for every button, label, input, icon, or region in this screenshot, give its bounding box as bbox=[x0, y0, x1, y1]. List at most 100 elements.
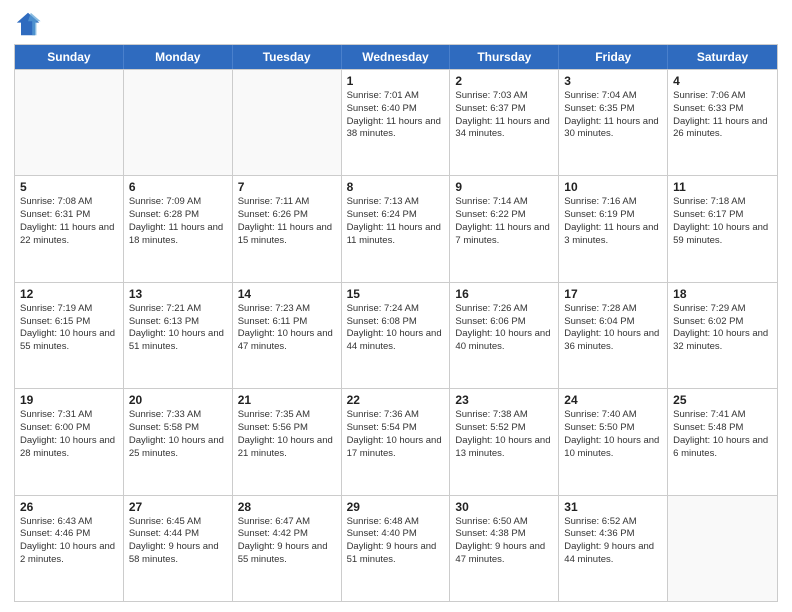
day-number: 30 bbox=[455, 500, 553, 514]
cell-daylight-info: Sunrise: 7:21 AM Sunset: 6:13 PM Dayligh… bbox=[129, 303, 227, 354]
day-cell-27: 27 Sunrise: 6:45 AM Sunset: 4:44 PM Dayli… bbox=[124, 496, 233, 601]
cell-daylight-info: Sunrise: 7:38 AM Sunset: 5:52 PM Dayligh… bbox=[455, 409, 553, 460]
day-number: 17 bbox=[564, 287, 662, 301]
col-header-wednesday: Wednesday bbox=[342, 45, 451, 69]
cell-daylight-info: Sunrise: 6:50 AM Sunset: 4:38 PM Dayligh… bbox=[455, 516, 553, 567]
day-number: 14 bbox=[238, 287, 336, 301]
day-number: 26 bbox=[20, 500, 118, 514]
cell-daylight-info: Sunrise: 7:26 AM Sunset: 6:06 PM Dayligh… bbox=[455, 303, 553, 354]
cell-daylight-info: Sunrise: 7:18 AM Sunset: 6:17 PM Dayligh… bbox=[673, 196, 772, 247]
day-number: 12 bbox=[20, 287, 118, 301]
empty-cell bbox=[668, 496, 777, 601]
cell-daylight-info: Sunrise: 7:06 AM Sunset: 6:33 PM Dayligh… bbox=[673, 90, 772, 141]
day-cell-18: 18Sunrise: 7:29 AM Sunset: 6:02 PM Dayli… bbox=[668, 283, 777, 388]
day-cell-3: 3Sunrise: 7:04 AM Sunset: 6:35 PM Daylig… bbox=[559, 70, 668, 175]
week-row-3: 12 Sunrise: 7:19 AM Sunset: 6:15 PM Dayli… bbox=[15, 282, 777, 388]
week-row-5: 26 Sunrise: 6:43 AM Sunset: 4:46 PM Dayli… bbox=[15, 495, 777, 601]
cell-daylight-info: Sunrise: 7:04 AM Sunset: 6:35 PM Dayligh… bbox=[564, 90, 662, 141]
week-row-2: 5 Sunrise: 7:08 AM Sunset: 6:31 PM Daylig… bbox=[15, 175, 777, 281]
header bbox=[14, 10, 778, 38]
cell-daylight-info: Sunrise: 7:11 AM Sunset: 6:26 PM Dayligh… bbox=[238, 196, 336, 247]
day-cell-13: 13 Sunrise: 7:21 AM Sunset: 6:13 PM Dayli… bbox=[124, 283, 233, 388]
col-header-monday: Monday bbox=[124, 45, 233, 69]
day-number: 27 bbox=[129, 500, 227, 514]
logo bbox=[14, 10, 46, 38]
day-number: 9 bbox=[455, 180, 553, 194]
day-cell-9: 9 Sunrise: 7:14 AM Sunset: 6:22 PM Daylig… bbox=[450, 176, 559, 281]
calendar: SundayMondayTuesdayWednesdayThursdayFrid… bbox=[14, 44, 778, 602]
day-cell-26: 26 Sunrise: 6:43 AM Sunset: 4:46 PM Dayli… bbox=[15, 496, 124, 601]
cell-daylight-info: Sunrise: 7:14 AM Sunset: 6:22 PM Dayligh… bbox=[455, 196, 553, 247]
cell-daylight-info: Sunrise: 7:31 AM Sunset: 6:00 PM Dayligh… bbox=[20, 409, 118, 460]
empty-cell bbox=[233, 70, 342, 175]
day-number: 13 bbox=[129, 287, 227, 301]
col-header-friday: Friday bbox=[559, 45, 668, 69]
day-cell-23: 23 Sunrise: 7:38 AM Sunset: 5:52 PM Dayli… bbox=[450, 389, 559, 494]
week-row-1: 1 Sunrise: 7:01 AM Sunset: 6:40 PM Daylig… bbox=[15, 69, 777, 175]
cell-daylight-info: Sunrise: 7:13 AM Sunset: 6:24 PM Dayligh… bbox=[347, 196, 445, 247]
col-header-sunday: Sunday bbox=[15, 45, 124, 69]
day-number: 29 bbox=[347, 500, 445, 514]
day-cell-16: 16 Sunrise: 7:26 AM Sunset: 6:06 PM Dayli… bbox=[450, 283, 559, 388]
day-cell-5: 5 Sunrise: 7:08 AM Sunset: 6:31 PM Daylig… bbox=[15, 176, 124, 281]
col-header-thursday: Thursday bbox=[450, 45, 559, 69]
day-cell-31: 31 Sunrise: 6:52 AM Sunset: 4:36 PM Dayli… bbox=[559, 496, 668, 601]
day-number: 28 bbox=[238, 500, 336, 514]
cell-daylight-info: Sunrise: 7:01 AM Sunset: 6:40 PM Dayligh… bbox=[347, 90, 445, 141]
col-header-tuesday: Tuesday bbox=[233, 45, 342, 69]
cell-daylight-info: Sunrise: 7:23 AM Sunset: 6:11 PM Dayligh… bbox=[238, 303, 336, 354]
day-number: 18 bbox=[673, 287, 772, 301]
cell-daylight-info: Sunrise: 6:45 AM Sunset: 4:44 PM Dayligh… bbox=[129, 516, 227, 567]
day-number: 24 bbox=[564, 393, 662, 407]
day-cell-29: 29 Sunrise: 6:48 AM Sunset: 4:40 PM Dayli… bbox=[342, 496, 451, 601]
day-cell-1: 1 Sunrise: 7:01 AM Sunset: 6:40 PM Daylig… bbox=[342, 70, 451, 175]
day-number: 4 bbox=[673, 74, 772, 88]
day-number: 16 bbox=[455, 287, 553, 301]
cell-daylight-info: Sunrise: 7:03 AM Sunset: 6:37 PM Dayligh… bbox=[455, 90, 553, 141]
page: SundayMondayTuesdayWednesdayThursdayFrid… bbox=[0, 0, 792, 612]
day-number: 5 bbox=[20, 180, 118, 194]
cell-daylight-info: Sunrise: 6:47 AM Sunset: 4:42 PM Dayligh… bbox=[238, 516, 336, 567]
cell-daylight-info: Sunrise: 7:24 AM Sunset: 6:08 PM Dayligh… bbox=[347, 303, 445, 354]
week-row-4: 19Sunrise: 7:31 AM Sunset: 6:00 PM Dayli… bbox=[15, 388, 777, 494]
cell-daylight-info: Sunrise: 6:52 AM Sunset: 4:36 PM Dayligh… bbox=[564, 516, 662, 567]
day-number: 23 bbox=[455, 393, 553, 407]
cell-daylight-info: Sunrise: 7:09 AM Sunset: 6:28 PM Dayligh… bbox=[129, 196, 227, 247]
day-cell-6: 6 Sunrise: 7:09 AM Sunset: 6:28 PM Daylig… bbox=[124, 176, 233, 281]
day-number: 25 bbox=[673, 393, 772, 407]
cell-daylight-info: Sunrise: 7:35 AM Sunset: 5:56 PM Dayligh… bbox=[238, 409, 336, 460]
day-cell-15: 15 Sunrise: 7:24 AM Sunset: 6:08 PM Dayli… bbox=[342, 283, 451, 388]
cell-daylight-info: Sunrise: 7:19 AM Sunset: 6:15 PM Dayligh… bbox=[20, 303, 118, 354]
day-cell-20: 20Sunrise: 7:33 AM Sunset: 5:58 PM Dayli… bbox=[124, 389, 233, 494]
day-cell-21: 21 Sunrise: 7:35 AM Sunset: 5:56 PM Dayli… bbox=[233, 389, 342, 494]
day-cell-28: 28 Sunrise: 6:47 AM Sunset: 4:42 PM Dayli… bbox=[233, 496, 342, 601]
cell-daylight-info: Sunrise: 7:16 AM Sunset: 6:19 PM Dayligh… bbox=[564, 196, 662, 247]
day-cell-4: 4 Sunrise: 7:06 AM Sunset: 6:33 PM Daylig… bbox=[668, 70, 777, 175]
day-number: 15 bbox=[347, 287, 445, 301]
day-number: 2 bbox=[455, 74, 553, 88]
day-cell-8: 8Sunrise: 7:13 AM Sunset: 6:24 PM Daylig… bbox=[342, 176, 451, 281]
day-number: 31 bbox=[564, 500, 662, 514]
logo-icon bbox=[14, 10, 42, 38]
day-cell-10: 10 Sunrise: 7:16 AM Sunset: 6:19 PM Dayli… bbox=[559, 176, 668, 281]
day-number: 1 bbox=[347, 74, 445, 88]
empty-cell bbox=[15, 70, 124, 175]
day-cell-30: 30 Sunrise: 6:50 AM Sunset: 4:38 PM Dayli… bbox=[450, 496, 559, 601]
day-number: 6 bbox=[129, 180, 227, 194]
day-number: 10 bbox=[564, 180, 662, 194]
col-header-saturday: Saturday bbox=[668, 45, 777, 69]
day-number: 22 bbox=[347, 393, 445, 407]
day-cell-11: 11Sunrise: 7:18 AM Sunset: 6:17 PM Dayli… bbox=[668, 176, 777, 281]
calendar-header-row: SundayMondayTuesdayWednesdayThursdayFrid… bbox=[15, 45, 777, 69]
cell-daylight-info: Sunrise: 7:08 AM Sunset: 6:31 PM Dayligh… bbox=[20, 196, 118, 247]
day-cell-12: 12 Sunrise: 7:19 AM Sunset: 6:15 PM Dayli… bbox=[15, 283, 124, 388]
day-number: 21 bbox=[238, 393, 336, 407]
day-cell-14: 14 Sunrise: 7:23 AM Sunset: 6:11 PM Dayli… bbox=[233, 283, 342, 388]
day-cell-19: 19Sunrise: 7:31 AM Sunset: 6:00 PM Dayli… bbox=[15, 389, 124, 494]
cell-daylight-info: Sunrise: 6:48 AM Sunset: 4:40 PM Dayligh… bbox=[347, 516, 445, 567]
cell-daylight-info: Sunrise: 6:43 AM Sunset: 4:46 PM Dayligh… bbox=[20, 516, 118, 567]
cell-daylight-info: Sunrise: 7:41 AM Sunset: 5:48 PM Dayligh… bbox=[673, 409, 772, 460]
day-cell-7: 7Sunrise: 7:11 AM Sunset: 6:26 PM Daylig… bbox=[233, 176, 342, 281]
calendar-body: 1 Sunrise: 7:01 AM Sunset: 6:40 PM Daylig… bbox=[15, 69, 777, 601]
cell-daylight-info: Sunrise: 7:33 AM Sunset: 5:58 PM Dayligh… bbox=[129, 409, 227, 460]
